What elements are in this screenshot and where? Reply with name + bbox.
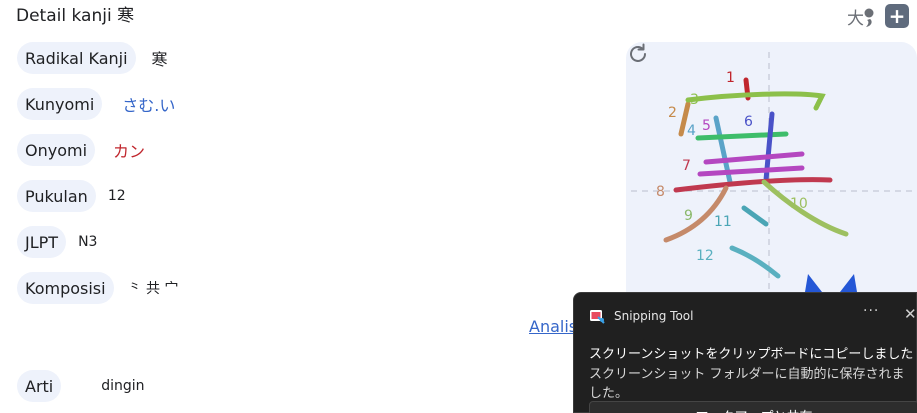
analysis-link[interactable]: Analis: [529, 317, 577, 336]
stroke-8: [673, 177, 833, 193]
kunyomi-label: Kunyomi: [17, 88, 103, 120]
replay-icon[interactable]: [626, 42, 650, 66]
radical-label: Radikal Kanji: [17, 42, 136, 74]
detail-row-kunyomi: Kunyomi さむ.い: [17, 88, 175, 120]
add-button[interactable]: +: [885, 4, 909, 28]
stroke-number-5: 5: [702, 118, 711, 134]
more-options-icon[interactable]: ···: [863, 303, 879, 319]
onyomi-label: Onyomi: [17, 134, 96, 166]
onyomi-value[interactable]: カン: [113, 138, 145, 162]
notification-app-name: Snipping Tool: [614, 309, 694, 323]
jlpt-value: N3: [78, 234, 98, 250]
stroke-number-10: 10: [790, 196, 808, 212]
stroke-number-8: 8: [656, 184, 665, 200]
detail-row-onyomi: Onyomi カン: [17, 134, 145, 166]
notification-detail: スクリーンショット フォルダーに自動的に保存されました。: [589, 367, 905, 401]
meaning-value: dingin: [101, 378, 145, 394]
stroke-number-7: 7: [682, 158, 691, 174]
composition-label: Komposisi: [17, 272, 114, 304]
stroke-number-6: 6: [744, 114, 753, 130]
detail-row-radical: Radikal Kanji 寒: [17, 42, 168, 74]
stroke-3: [685, 91, 826, 111]
snipping-tool-icon: [590, 310, 605, 324]
detail-row-composition: Komposisi ⺀ 共 宀: [17, 272, 178, 304]
strokes-value: 12: [107, 188, 126, 204]
markup-share-button[interactable]: マークアップと共有: [589, 401, 917, 413]
size-glyph: 大: [847, 9, 864, 29]
font-size-icon[interactable]: 大: [847, 4, 877, 29]
stroke-6b: [703, 151, 805, 165]
snipping-tool-notification[interactable]: Snipping Tool ··· ✕ スクリーンショットをクリップボードにコピ…: [573, 292, 917, 413]
notification-message: スクリーンショットをクリップボードにコピーしました: [589, 347, 914, 362]
stroke-number-2: 2: [668, 105, 677, 121]
stroke-5: [695, 131, 789, 141]
jlpt-label: JLPT: [17, 226, 67, 258]
kanji-detail-panel: Detail kanji 寒 大 + Radikal Kanji 寒 Kunyo…: [0, 0, 917, 413]
size-blob-icon: [864, 8, 874, 27]
detail-row-jlpt: JLPT N3: [17, 226, 97, 258]
close-icon[interactable]: ✕: [904, 305, 917, 323]
radical-value[interactable]: 寒: [152, 46, 168, 70]
stroke-number-1: 1: [726, 70, 735, 86]
meaning-label: Arti: [17, 370, 62, 402]
kunyomi-value[interactable]: さむ.い: [122, 92, 175, 116]
stroke-number-12: 12: [696, 248, 714, 264]
stroke-7: [697, 165, 805, 177]
stroke-11: [741, 205, 769, 227]
detail-row-strokes: Pukulan 12: [17, 180, 126, 212]
stroke-number-4: 4: [687, 123, 696, 139]
detail-row-meaning: Arti dingin: [17, 370, 145, 402]
stroke-number-9: 9: [684, 208, 693, 224]
header-tools: 大 +: [847, 4, 909, 29]
composition-value[interactable]: ⺀ 共 宀: [128, 278, 179, 298]
strokes-label: Pukulan: [17, 180, 96, 212]
stroke-12: [729, 245, 781, 279]
page-title: Detail kanji 寒: [16, 6, 135, 26]
stroke-number-3: 3: [690, 92, 699, 108]
stroke-number-11: 11: [714, 214, 732, 230]
